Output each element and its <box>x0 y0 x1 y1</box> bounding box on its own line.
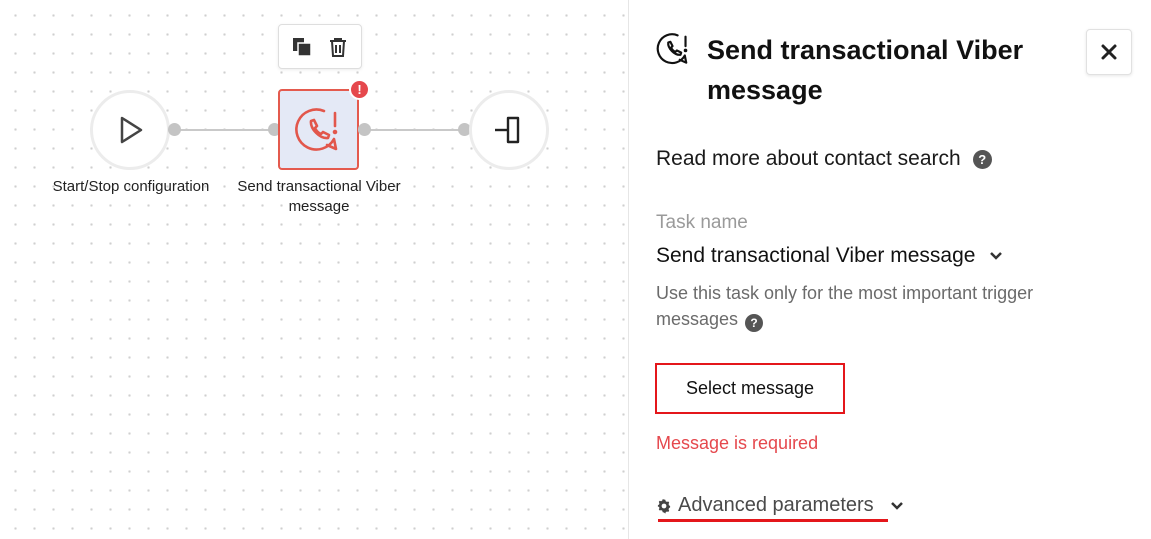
node-send-viber[interactable] <box>278 89 359 170</box>
edge-viber-to-exit <box>364 129 464 131</box>
edge-start-to-viber <box>174 129 274 131</box>
close-icon <box>1101 44 1117 60</box>
copy-icon[interactable] <box>289 34 315 60</box>
error-badge: ! <box>349 79 370 100</box>
help-icon[interactable]: ? <box>972 149 992 169</box>
select-message-button[interactable]: Select message <box>655 363 845 414</box>
panel-title: Send transactional Viber message <box>707 35 1024 105</box>
workflow-canvas[interactable] <box>0 0 628 539</box>
task-hint-text: Use this task only for the most importan… <box>656 283 1034 329</box>
advanced-parameters-toggle[interactable]: Advanced parameters <box>656 494 904 517</box>
task-name-value: Send transactional Viber message <box>656 244 976 267</box>
output-port[interactable] <box>168 123 181 136</box>
task-hint: Use this task only for the most importan… <box>656 280 1096 332</box>
highlight-underline <box>658 519 888 522</box>
node-label-send-viber: Send transactional Viber message <box>237 178 401 215</box>
help-icon[interactable]: ? <box>745 314 764 332</box>
viber-phone-icon <box>294 107 337 151</box>
exit-icon <box>495 116 520 144</box>
node-toolbar <box>278 24 362 69</box>
node-start-stop[interactable] <box>90 90 170 170</box>
advanced-parameters-label: Advanced parameters <box>678 494 874 516</box>
read-more-label: Read more about contact search <box>656 147 961 170</box>
node-label-start-stop: Start/Stop configuration <box>52 178 210 195</box>
viber-phone-icon <box>656 33 688 65</box>
trash-icon[interactable] <box>325 34 351 60</box>
task-name-select[interactable]: Send transactional Viber message <box>656 244 1003 268</box>
chevron-down-icon <box>990 252 1003 260</box>
close-button[interactable] <box>1086 29 1132 75</box>
chevron-down-icon <box>890 501 903 510</box>
error-message: Message is required <box>656 433 819 453</box>
task-name-label: Task name <box>656 212 748 233</box>
play-icon <box>120 116 143 144</box>
read-more-link[interactable]: Read more about contact search ? <box>656 147 992 171</box>
output-port[interactable] <box>358 123 371 136</box>
node-exit[interactable] <box>469 90 549 170</box>
gear-icon <box>657 498 671 514</box>
